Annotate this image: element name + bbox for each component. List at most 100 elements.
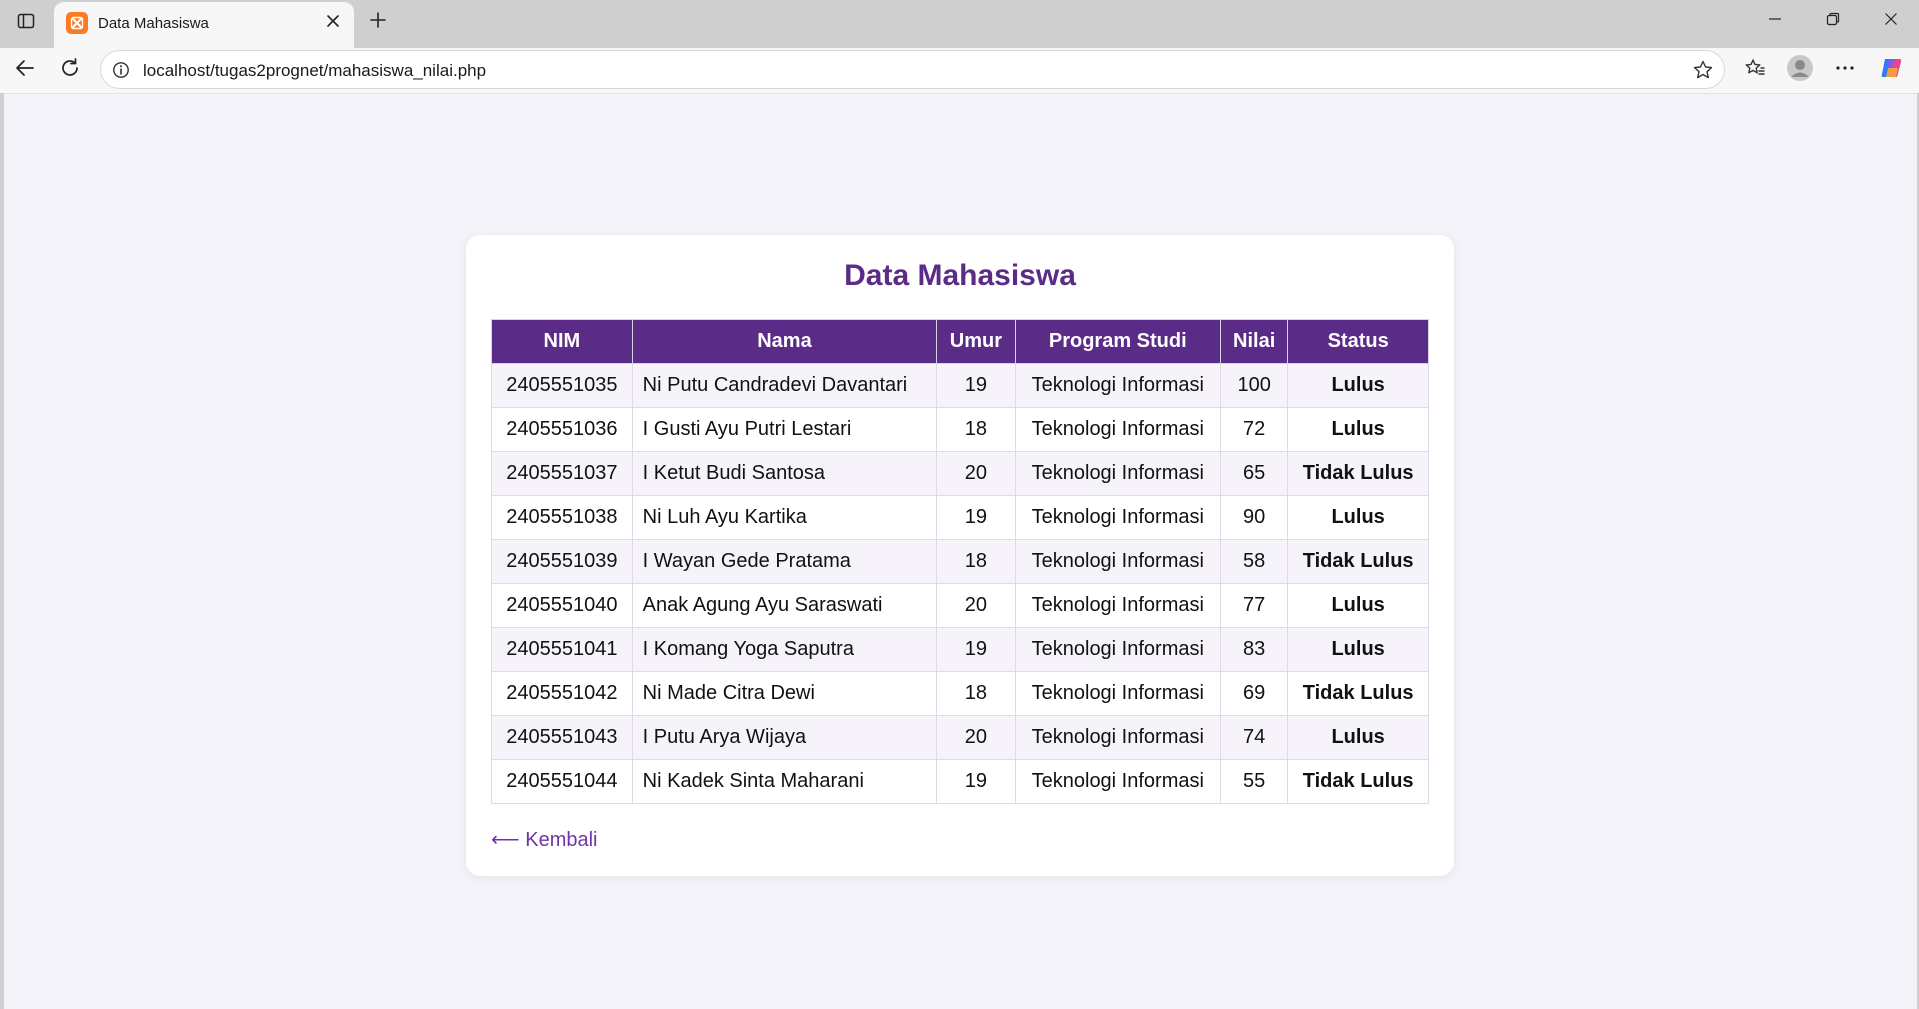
new-tab-button[interactable] [362, 6, 394, 38]
back-link[interactable]: ⟵ Kembali [491, 827, 597, 852]
cell-nilai: 90 [1220, 495, 1289, 540]
cell-program-studi: Teknologi Informasi [1014, 363, 1222, 408]
cell-nilai: 55 [1220, 759, 1289, 804]
column-header-status: Status [1287, 319, 1429, 364]
sidebar-icon [17, 12, 35, 35]
sidebar-toggle-button[interactable] [10, 7, 42, 39]
page-viewport: Data Mahasiswa NIM Nama Umur Program Stu… [4, 93, 1917, 1009]
cell-status: Tidak Lulus [1287, 671, 1429, 716]
cell-nim: 2405551043 [491, 715, 633, 760]
cell-nim: 2405551042 [491, 671, 633, 716]
cell-program-studi: Teknologi Informasi [1014, 715, 1222, 760]
url-text[interactable]: localhost/tugas2prognet/mahasiswa_nilai.… [143, 61, 486, 81]
cell-nama: Anak Agung Ayu Saraswati [631, 583, 938, 628]
cell-nim: 2405551036 [491, 407, 633, 452]
cell-nama: I Ketut Budi Santosa [631, 451, 938, 496]
cell-umur: 18 [936, 407, 1016, 452]
plus-icon [369, 11, 387, 34]
minimize-button[interactable] [1747, 0, 1803, 42]
cell-umur: 20 [936, 583, 1016, 628]
xampp-favicon-icon [66, 12, 88, 34]
cell-nim: 2405551038 [491, 495, 633, 540]
cell-program-studi: Teknologi Informasi [1014, 407, 1222, 452]
cell-nilai: 77 [1220, 583, 1289, 628]
cell-nama: Ni Luh Ayu Kartika [631, 495, 938, 540]
cell-nilai: 65 [1220, 451, 1289, 496]
table-row: 2405551043 I Putu Arya Wijaya 20 Teknolo… [491, 715, 1429, 760]
cell-program-studi: Teknologi Informasi [1014, 627, 1222, 672]
more-icon [1834, 57, 1856, 84]
cell-umur: 20 [936, 715, 1016, 760]
close-window-button[interactable] [1863, 0, 1919, 42]
cell-nim: 2405551044 [491, 759, 633, 804]
back-arrow-icon [14, 57, 36, 84]
cell-nama: I Putu Arya Wijaya [631, 715, 938, 760]
cell-nilai: 72 [1220, 407, 1289, 452]
minimize-icon [1768, 12, 1782, 31]
content-card: Data Mahasiswa NIM Nama Umur Program Stu… [466, 235, 1454, 876]
table-row: 2405551042 Ni Made Citra Dewi 18 Teknolo… [491, 671, 1429, 716]
cell-umur: 19 [936, 759, 1016, 804]
close-icon [1884, 12, 1898, 31]
cell-nim: 2405551035 [491, 363, 633, 408]
info-icon[interactable] [111, 60, 131, 80]
cell-status: Lulus [1287, 363, 1429, 408]
cell-program-studi: Teknologi Informasi [1014, 539, 1222, 584]
cell-status: Lulus [1287, 583, 1429, 628]
restore-icon [1826, 12, 1840, 31]
cell-umur: 19 [936, 495, 1016, 540]
cell-status: Lulus [1287, 495, 1429, 540]
cell-program-studi: Teknologi Informasi [1014, 671, 1222, 716]
favorites-icon [1744, 57, 1766, 84]
cell-nilai: 83 [1220, 627, 1289, 672]
cell-nilai: 69 [1220, 671, 1289, 716]
restore-button[interactable] [1805, 0, 1861, 42]
cell-program-studi: Teknologi Informasi [1014, 583, 1222, 628]
close-icon [326, 14, 340, 33]
tab-strip: Data Mahasiswa [0, 0, 1919, 48]
column-header-umur: Umur [936, 319, 1016, 364]
cell-status: Lulus [1287, 715, 1429, 760]
refresh-icon [59, 57, 81, 84]
copilot-button[interactable] [1874, 52, 1910, 88]
tab-close-button[interactable] [320, 10, 346, 36]
more-button[interactable] [1827, 52, 1863, 88]
cell-status: Tidak Lulus [1287, 759, 1429, 804]
table-row: 2405551035 Ni Putu Candradevi Davantari … [491, 363, 1429, 408]
mahasiswa-table: NIM Nama Umur Program Studi Nilai Status… [491, 319, 1429, 804]
cell-status: Tidak Lulus [1287, 451, 1429, 496]
cell-umur: 18 [936, 539, 1016, 584]
cell-status: Lulus [1287, 407, 1429, 452]
table-row: 2405551041 I Komang Yoga Saputra 19 Tekn… [491, 627, 1429, 672]
cell-nim: 2405551037 [491, 451, 633, 496]
table-row: 2405551037 I Ketut Budi Santosa 20 Tekno… [491, 451, 1429, 496]
star-icon[interactable] [1692, 59, 1714, 81]
profile-icon [1786, 54, 1814, 87]
cell-nilai: 58 [1220, 539, 1289, 584]
cell-umur: 18 [936, 671, 1016, 716]
page-title: Data Mahasiswa [844, 259, 1076, 292]
cell-program-studi: Teknologi Informasi [1014, 495, 1222, 540]
cell-nama: Ni Kadek Sinta Maharani [631, 759, 938, 804]
cell-umur: 19 [936, 627, 1016, 672]
address-bar[interactable]: localhost/tugas2prognet/mahasiswa_nilai.… [100, 50, 1725, 89]
table-header-row: NIM Nama Umur Program Studi Nilai Status [491, 319, 1429, 364]
cell-nilai: 100 [1220, 363, 1289, 408]
table-row: 2405551044 Ni Kadek Sinta Maharani 19 Te… [491, 759, 1429, 804]
favorites-button[interactable] [1737, 52, 1773, 88]
table-row: 2405551040 Anak Agung Ayu Saraswati 20 T… [491, 583, 1429, 628]
cell-nama: Ni Putu Candradevi Davantari [631, 363, 938, 408]
back-button[interactable] [7, 52, 43, 88]
cell-nim: 2405551039 [491, 539, 633, 584]
column-header-program-studi: Program Studi [1014, 319, 1222, 364]
table-row: 2405551038 Ni Luh Ayu Kartika 19 Teknolo… [491, 495, 1429, 540]
browser-tab[interactable]: Data Mahasiswa [54, 2, 354, 48]
column-header-nama: Nama [631, 319, 938, 364]
profile-button[interactable] [1782, 52, 1818, 88]
refresh-button[interactable] [52, 52, 88, 88]
cell-nim: 2405551040 [491, 583, 633, 628]
cell-nama: Ni Made Citra Dewi [631, 671, 938, 716]
column-header-nilai: Nilai [1220, 319, 1289, 364]
browser-toolbar: localhost/tugas2prognet/mahasiswa_nilai.… [0, 48, 1919, 93]
cell-nama: I Wayan Gede Pratama [631, 539, 938, 584]
